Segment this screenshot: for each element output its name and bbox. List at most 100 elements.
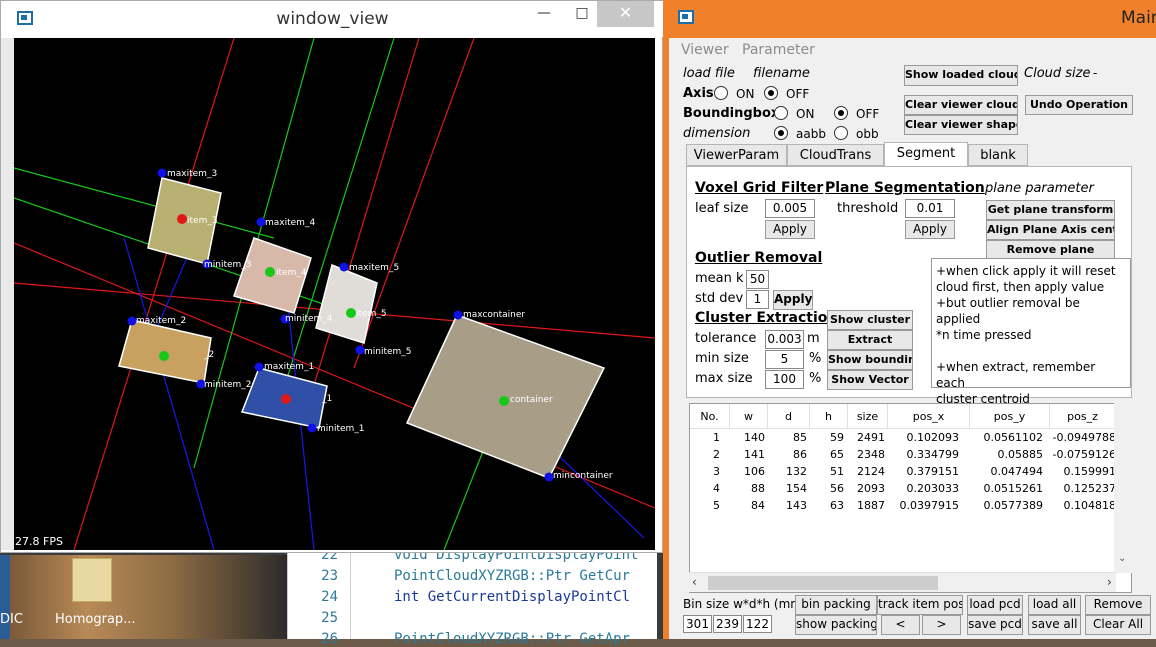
point-cloud-viewport[interactable]: maxitem_3 maxitem_4 maxitem_5 maxitem_2 … xyxy=(13,37,656,551)
scroll-right-icon[interactable]: › xyxy=(1107,575,1112,589)
bbox-off-radio[interactable] xyxy=(834,106,848,120)
table-cell[interactable]: 106 xyxy=(730,465,765,478)
table-cell[interactable]: 56 xyxy=(810,482,844,495)
minimize-icon[interactable]: — xyxy=(529,5,559,29)
voxel-apply-button[interactable]: Apply xyxy=(765,220,815,239)
col-header-h[interactable]: h xyxy=(810,404,848,429)
table-cell[interactable]: 63 xyxy=(810,499,844,512)
table-cell[interactable]: 141 xyxy=(730,448,765,461)
load-all-button[interactable]: load all xyxy=(1028,595,1081,615)
plane-apply-button[interactable]: Apply xyxy=(905,220,955,239)
table-cell[interactable]: 85 xyxy=(768,431,807,444)
table-cell[interactable]: 65 xyxy=(810,448,844,461)
table-cell[interactable]: 3 xyxy=(690,465,720,478)
next-button[interactable]: > xyxy=(922,615,961,635)
cluster-table[interactable]: No. w d h size pos_x pos_y pos_z 1 140 85 5… xyxy=(689,403,1132,593)
table-cell[interactable]: 2093 xyxy=(848,482,885,495)
table-cell[interactable]: 51 xyxy=(810,465,844,478)
folder-icon[interactable] xyxy=(72,558,112,602)
table-cell[interactable]: 0.159991 xyxy=(1050,465,1117,478)
notes-textbox[interactable]: +when click apply it will reset cloud fi… xyxy=(931,258,1131,406)
table-cell[interactable]: 59 xyxy=(810,431,844,444)
col-header-pos-y[interactable]: pos_y xyxy=(970,404,1050,429)
load-pcd-button[interactable]: load pcd xyxy=(967,595,1023,615)
show-vector-button[interactable]: Show Vector xyxy=(827,370,913,390)
table-cell[interactable]: 0.203033 xyxy=(888,482,960,495)
col-header-pos-x[interactable]: pos_x xyxy=(888,404,970,429)
bbox-on-radio[interactable] xyxy=(774,106,788,120)
show-bounding-button[interactable]: Show bounding xyxy=(827,350,913,370)
tab-blank[interactable]: blank xyxy=(968,144,1028,166)
bin-w-input[interactable]: 301 xyxy=(683,615,712,633)
aabb-radio[interactable] xyxy=(774,126,788,140)
load-file-label[interactable]: load file xyxy=(683,66,735,81)
table-horizontal-scrollbar[interactable]: ‹ › xyxy=(689,572,1116,592)
table-vertical-scrollbar[interactable]: ⌄ xyxy=(1114,403,1132,573)
table-cell[interactable]: 0.0515261 xyxy=(970,482,1044,495)
tab-viewerparam[interactable]: ViewerParam xyxy=(686,144,787,166)
axis-off-radio[interactable] xyxy=(764,86,778,100)
scroll-thumb[interactable] xyxy=(708,576,938,590)
table-cell[interactable]: 0.125237 xyxy=(1050,482,1117,495)
table-cell[interactable]: -0.0949788 xyxy=(1050,431,1116,444)
table-cell[interactable]: 2348 xyxy=(848,448,885,461)
viewer-titlebar[interactable]: window_view — □ ✕ xyxy=(1,1,664,37)
show-cluster-button[interactable]: Show cluster xyxy=(827,310,913,330)
table-cell[interactable]: 84 xyxy=(730,499,765,512)
tab-segment[interactable]: Segment xyxy=(884,142,968,166)
maximize-icon[interactable]: □ xyxy=(567,5,597,29)
align-plane-axis-button[interactable]: Align Plane Axis center xyxy=(986,220,1115,240)
bin-h-input[interactable]: 122 xyxy=(743,615,772,633)
std-dev-input[interactable]: 1 xyxy=(746,290,769,309)
table-cell[interactable]: 0.0561102 xyxy=(970,431,1044,444)
col-header-w[interactable]: w xyxy=(730,404,768,429)
clear-viewer-shape-button[interactable]: Clear viewer shape xyxy=(904,115,1018,135)
save-pcd-button[interactable]: save pcd xyxy=(967,615,1023,635)
menu-viewer[interactable]: Viewer xyxy=(681,42,729,58)
table-cell[interactable]: 5 xyxy=(690,499,720,512)
col-header-d[interactable]: d xyxy=(768,404,810,429)
show-packing-button[interactable]: show packing xyxy=(795,615,877,635)
get-plane-transform-button[interactable]: Get plane transform xyxy=(986,200,1115,220)
axis-on-radio[interactable] xyxy=(714,86,728,100)
table-cell[interactable]: 88 xyxy=(730,482,765,495)
table-cell[interactable]: 1887 xyxy=(848,499,885,512)
obb-radio[interactable] xyxy=(834,126,848,140)
bin-packing-button[interactable]: bin packing xyxy=(795,595,877,615)
bin-d-input[interactable]: 239 xyxy=(713,615,742,633)
scroll-down-icon[interactable]: ⌄ xyxy=(1118,553,1126,564)
mean-k-input[interactable]: 50 xyxy=(746,270,769,289)
table-cell[interactable]: 0.0577389 xyxy=(970,499,1044,512)
table-cell[interactable]: 2124 xyxy=(848,465,885,478)
table-cell[interactable]: 0.05885 xyxy=(970,448,1044,461)
table-cell[interactable]: 4 xyxy=(690,482,720,495)
extract-button[interactable]: Extract xyxy=(827,330,913,350)
min-size-input[interactable]: 5 xyxy=(765,350,804,369)
table-cell[interactable]: 2491 xyxy=(848,431,885,444)
threshold-input[interactable]: 0.01 xyxy=(905,199,955,218)
table-cell[interactable]: 0.334799 xyxy=(888,448,960,461)
tolerance-input[interactable]: 0.003 xyxy=(765,330,804,349)
leaf-size-input[interactable]: 0.005 xyxy=(765,199,815,218)
max-size-input[interactable]: 100 xyxy=(765,370,804,389)
table-cell[interactable]: 132 xyxy=(768,465,807,478)
show-loaded-cloud-button[interactable]: Show loaded cloud xyxy=(904,65,1018,86)
table-cell[interactable]: 2 xyxy=(690,448,720,461)
outlier-apply-button[interactable]: Apply xyxy=(773,290,813,310)
menu-parameter[interactable]: Parameter xyxy=(742,42,815,58)
table-cell[interactable]: 0.0397915 xyxy=(888,499,960,512)
table-cell[interactable]: 143 xyxy=(768,499,807,512)
table-cell[interactable]: 140 xyxy=(730,431,765,444)
table-cell[interactable]: -0.0759126 xyxy=(1050,448,1116,461)
col-header-no[interactable]: No. xyxy=(690,404,730,429)
remove-button[interactable]: Remove xyxy=(1085,595,1151,615)
close-icon[interactable]: ✕ xyxy=(597,1,654,27)
remove-plane-button[interactable]: Remove plane xyxy=(986,240,1115,260)
scroll-left-icon[interactable]: ‹ xyxy=(692,575,697,589)
table-cell[interactable]: 1 xyxy=(690,431,720,444)
table-cell[interactable]: 0.104818 xyxy=(1050,499,1117,512)
col-header-pos-z[interactable]: pos_z xyxy=(1050,404,1116,429)
undo-operation-button[interactable]: Undo Operation xyxy=(1025,95,1133,115)
clear-all-button[interactable]: Clear All xyxy=(1085,615,1151,635)
clear-viewer-cloud-button[interactable]: Clear viewer cloud xyxy=(904,95,1018,115)
